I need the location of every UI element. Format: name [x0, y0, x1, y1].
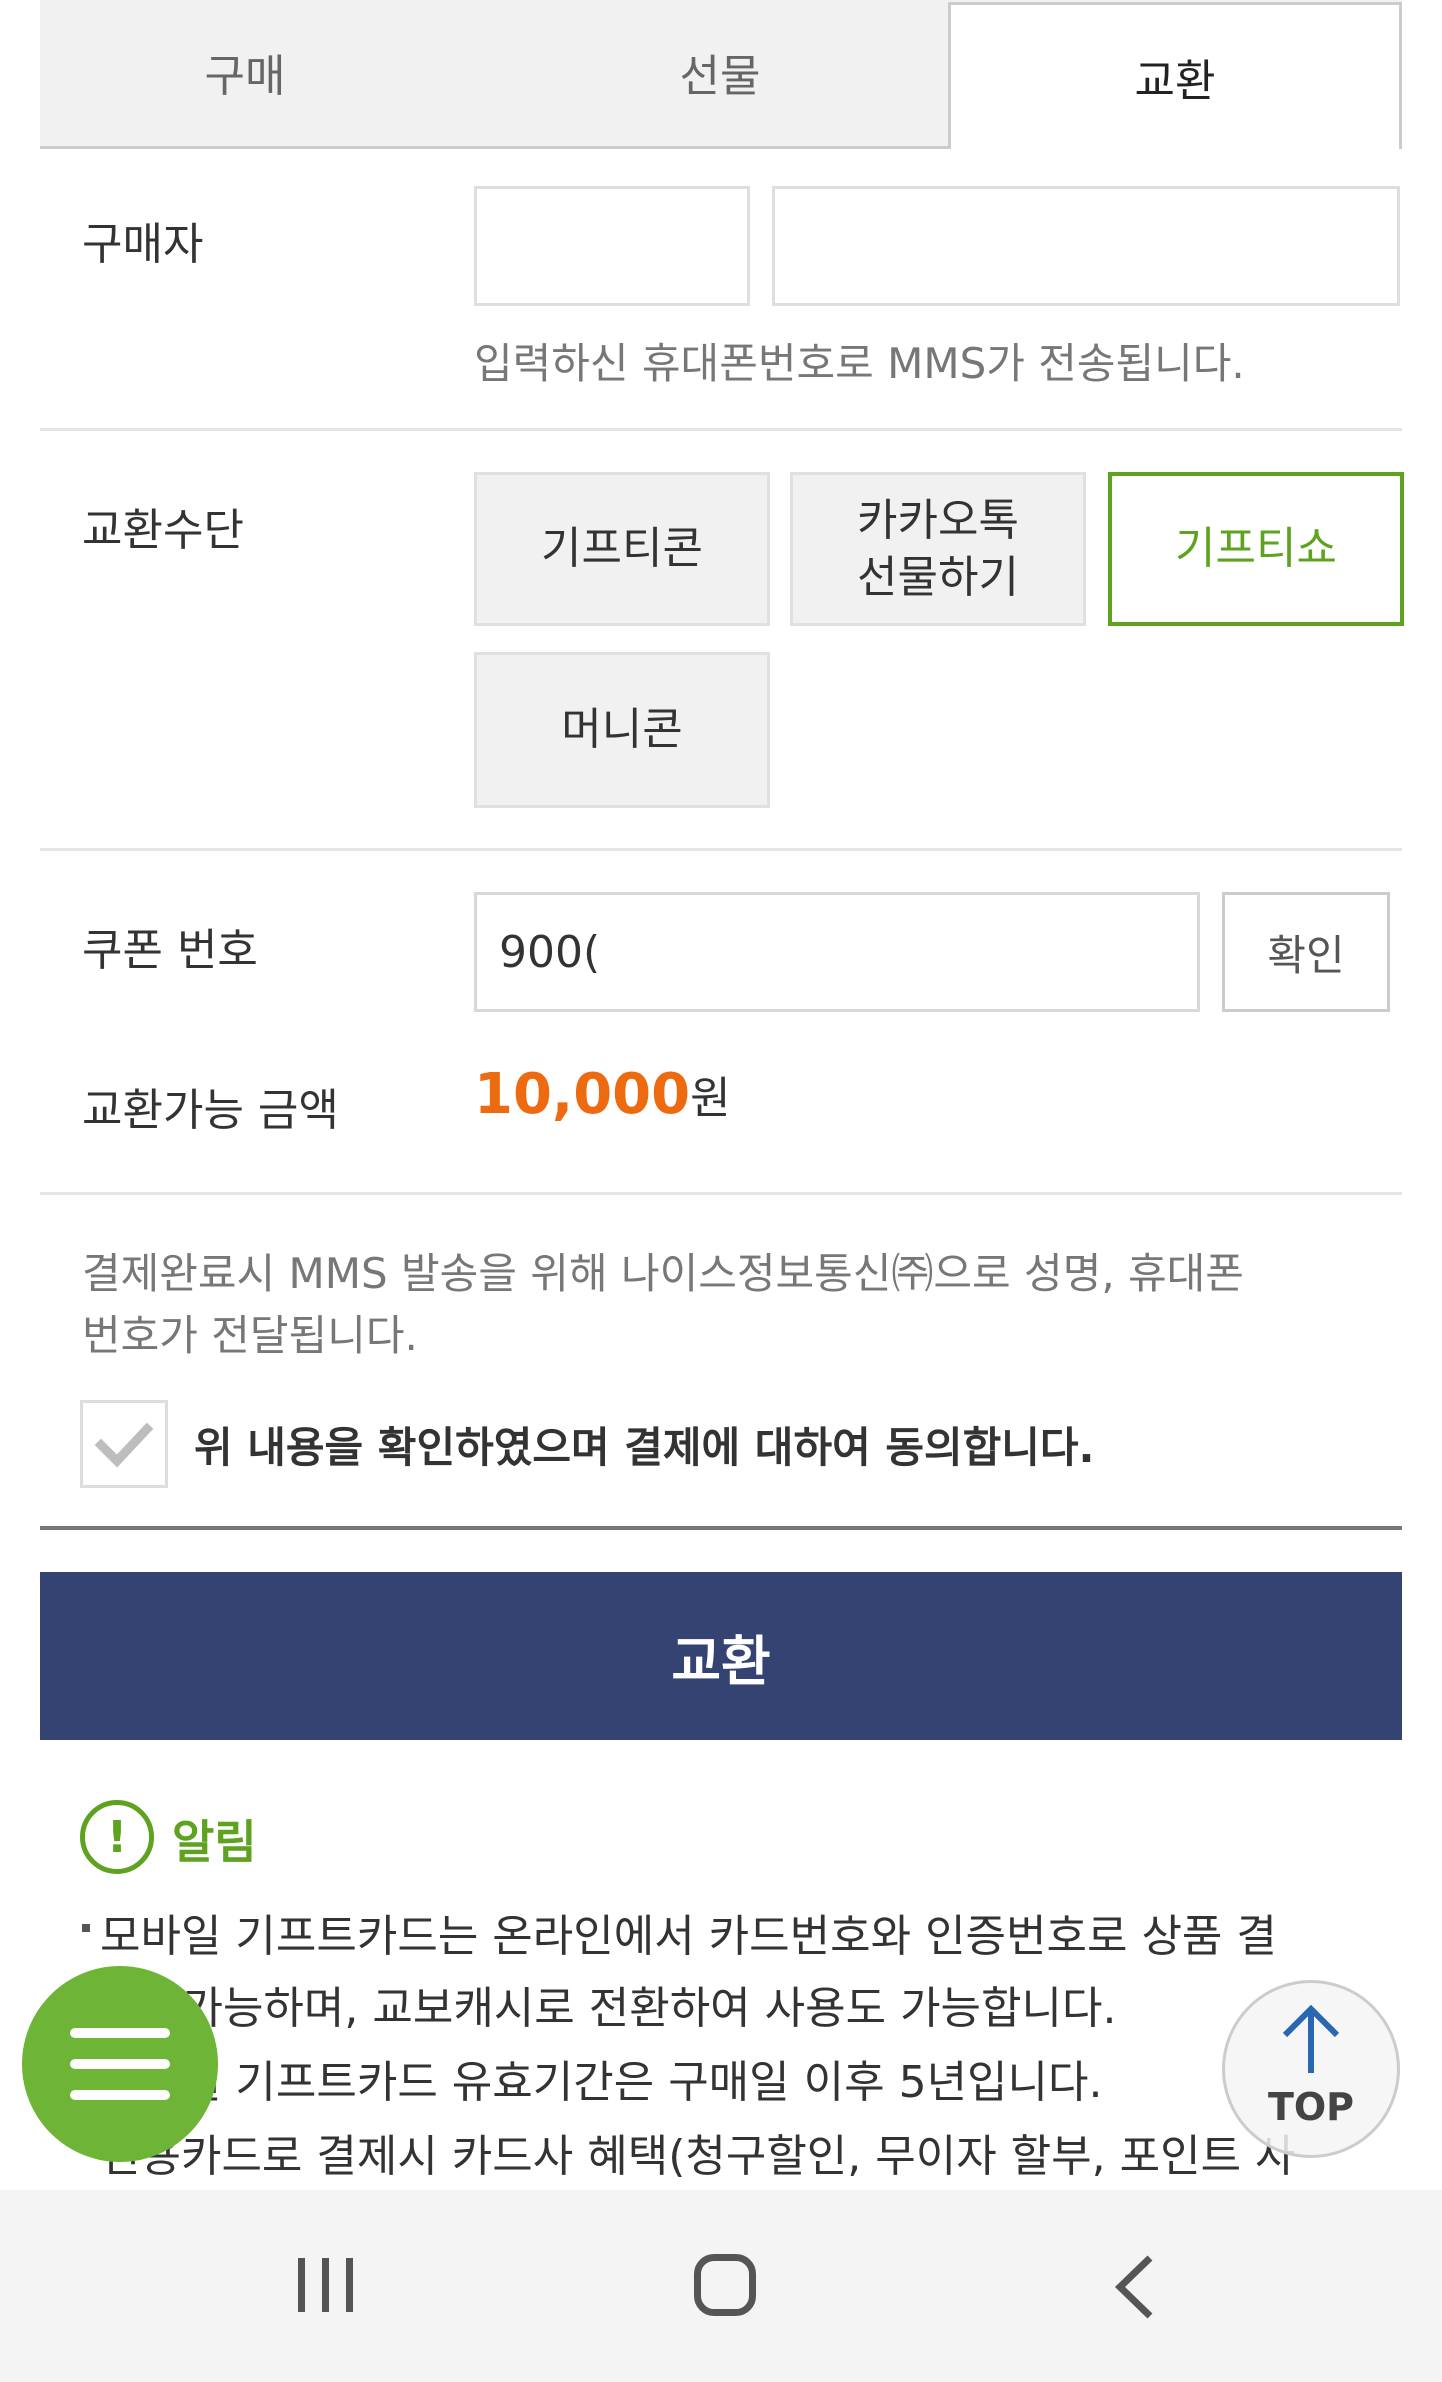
amount-unit: 원 — [690, 1073, 731, 1124]
method-kakaotalk-gift[interactable]: 카카오톡 선물하기 — [790, 472, 1086, 626]
section-divider — [40, 1526, 1402, 1530]
recent-apps-icon[interactable] — [294, 2254, 358, 2318]
tab-gift[interactable]: 선물 — [490, 0, 950, 143]
scroll-top-button[interactable]: TOP — [1222, 1980, 1400, 2158]
amount-display: 10,000원 — [474, 1062, 731, 1127]
buyer-hint: 입력하신 휴대폰번호로 MMS가 전송됩니다. — [474, 339, 1245, 388]
buyer-name-input[interactable] — [474, 186, 750, 306]
divider — [40, 848, 1402, 851]
exchange-submit-button[interactable]: 교환 — [40, 1572, 1402, 1740]
tab-purchase[interactable]: 구매 — [40, 0, 450, 143]
coupon-number-input[interactable]: 900( — [474, 892, 1200, 1012]
method-giftishow[interactable]: 기프티쇼 — [1108, 472, 1404, 626]
buyer-label: 구매자 — [82, 219, 204, 270]
top-label: TOP — [1267, 2085, 1355, 2129]
tab-gift-label: 선물 — [679, 50, 761, 102]
menu-button[interactable] — [22, 1966, 218, 2162]
consent-notice-cont: 번호가 전달됩니다. — [82, 1311, 418, 1360]
divider — [40, 428, 1402, 431]
consent-checkbox-label[interactable]: 위 내용을 확인하였으며 결제에 대하여 동의합니다. — [194, 1414, 1095, 1475]
notice-line: 모바일 기프트카드 유효기간은 구매일 이후 5년입니다. — [100, 2057, 1103, 2108]
tab-purchase-label: 구매 — [204, 50, 286, 102]
amount-label: 교환가능 금액 — [82, 1085, 339, 1136]
amount-value: 10,000 — [474, 1062, 691, 1127]
notice-title: 알림 — [172, 1815, 257, 1869]
consent-checkbox[interactable] — [80, 1400, 168, 1488]
arrow-up-icon — [1282, 2004, 1340, 2073]
exchange-method-label: 교환수단 — [82, 505, 244, 556]
tab-exchange[interactable]: 교환 — [948, 2, 1402, 149]
notice-line: 제 가능하며, 교보캐시로 전환하여 사용도 가능합니다. — [128, 1983, 1117, 2034]
divider — [40, 1192, 1402, 1195]
buyer-phone-input[interactable] — [772, 186, 1400, 306]
notice-alert-icon: ! — [80, 1800, 154, 1874]
home-icon[interactable] — [694, 2254, 756, 2316]
method-moneycon[interactable]: 머니콘 — [474, 652, 770, 808]
system-nav-bar — [0, 2190, 1442, 2382]
consent-notice: 결제완료시 MMS 발송을 위해 나이스정보통신㈜으로 성명, 휴대폰 — [82, 1249, 1244, 1298]
notice-bullet — [82, 1924, 90, 1932]
notice-line: 신용카드로 결제시 카드사 혜택(청구할인, 무이자 할부, 포인트 사 — [100, 2131, 1296, 2182]
notice-line: 모바일 기프트카드는 온라인에서 카드번호와 인증번호로 상품 결 — [100, 1911, 1277, 1962]
check-icon — [94, 1422, 154, 1468]
coupon-confirm-button[interactable]: 확인 — [1222, 892, 1390, 1012]
tab-exchange-label: 교환 — [1134, 56, 1216, 107]
method-gifticon[interactable]: 기프티콘 — [474, 472, 770, 626]
back-icon[interactable] — [1106, 2252, 1166, 2322]
coupon-label: 쿠폰 번호 — [82, 925, 258, 976]
